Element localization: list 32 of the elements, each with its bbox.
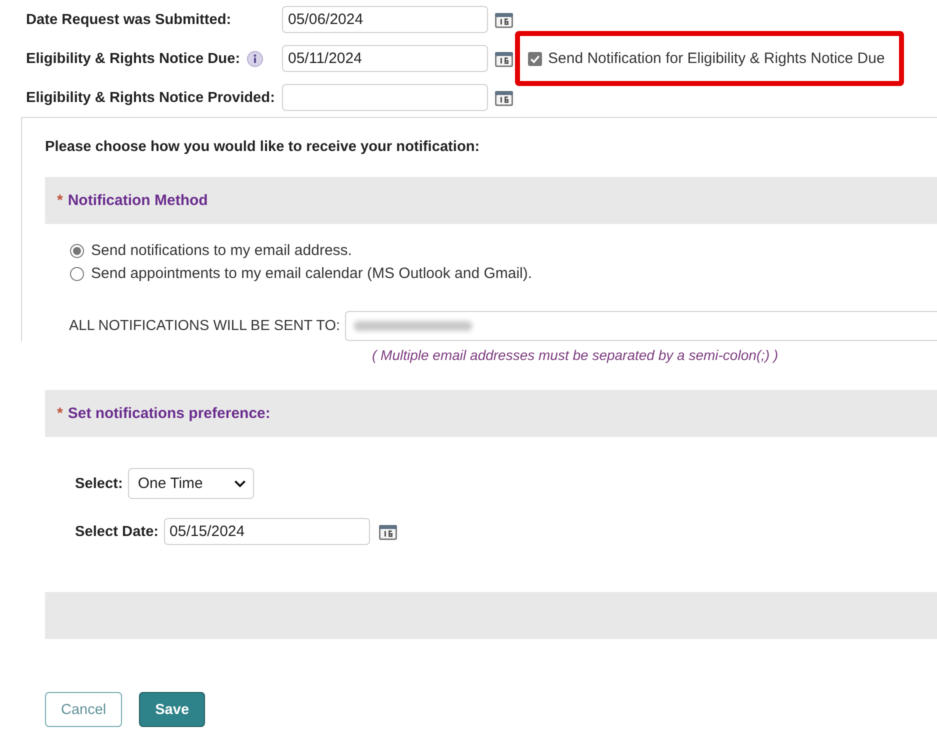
checkbox[interactable] bbox=[528, 52, 542, 66]
radio-label[interactable]: Send appointments to my email calendar (MS Outlook and Gmail). bbox=[91, 265, 532, 282]
field-label: Eligibility & Rights Notice Provided: bbox=[26, 90, 275, 106]
instruction-text: Please choose how you would like to receive your notification: bbox=[45, 138, 481, 157]
email-input[interactable] bbox=[345, 311, 937, 341]
required-marker: * bbox=[57, 192, 63, 209]
calendar-icon[interactable] bbox=[495, 90, 513, 106]
field-label: Eligibility & Rights Notice Due: bbox=[26, 50, 240, 66]
field-label: Date Request was Submitted: bbox=[26, 12, 232, 28]
section-title: Notification Method bbox=[68, 192, 208, 209]
info-icon[interactable] bbox=[247, 50, 264, 66]
date-input[interactable] bbox=[282, 84, 488, 111]
calendar-icon[interactable] bbox=[378, 524, 397, 540]
section-title: Set notifications preference: bbox=[68, 405, 270, 422]
radio-label[interactable]: Send notifications to my email address. bbox=[91, 242, 352, 259]
save-button[interactable]: Save bbox=[139, 692, 206, 727]
field-label: Select Date: bbox=[75, 524, 159, 540]
hint-text: ( Multiple email addresses must be separated by a semi-colon(;) ) bbox=[371, 346, 780, 363]
chevron-down-icon bbox=[234, 480, 246, 488]
date-input[interactable]: 05/15/2024 bbox=[164, 518, 370, 545]
field-label: Select: bbox=[75, 476, 123, 492]
date-input[interactable]: 05/11/2024 bbox=[282, 45, 488, 72]
dropdown[interactable]: One Time bbox=[128, 468, 254, 499]
calendar-icon[interactable] bbox=[495, 50, 513, 66]
required-marker: * bbox=[57, 405, 63, 422]
checkbox-label[interactable]: Send Notification for Eligibility & Rights Notice Due bbox=[548, 50, 885, 67]
cancel-button[interactable]: Cancel bbox=[45, 692, 122, 727]
field-label: ALL NOTIFICATIONS WILL BE SENT TO: bbox=[69, 318, 340, 334]
radio-button[interactable] bbox=[70, 244, 84, 258]
date-input[interactable]: 05/06/2024 bbox=[282, 6, 488, 33]
calendar-icon[interactable] bbox=[495, 12, 513, 28]
radio-button[interactable] bbox=[70, 266, 84, 280]
